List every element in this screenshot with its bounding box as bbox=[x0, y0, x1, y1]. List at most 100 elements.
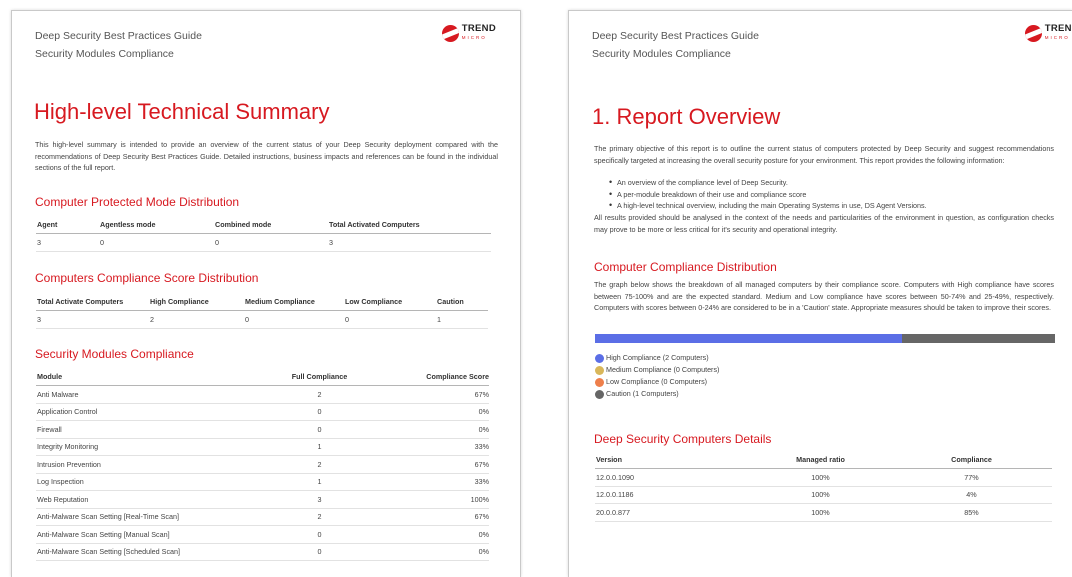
logo-wordmark: TREND bbox=[1044, 23, 1072, 34]
overview-intro: The primary objective of this report is … bbox=[594, 144, 1054, 165]
full-compliance-count: 1 bbox=[256, 438, 382, 456]
column-header: Agent bbox=[36, 216, 99, 234]
table-row: Anti-Malware Scan Setting [Real-Time Sca… bbox=[36, 508, 489, 526]
compliance-score: 0% bbox=[382, 403, 489, 421]
column-header: Agentless mode bbox=[99, 216, 214, 234]
agent-version: 12.0.0.1090 bbox=[595, 468, 750, 487]
page-title: 1. Report Overview bbox=[592, 104, 781, 129]
compliance-score: 67% bbox=[382, 508, 489, 526]
compliance-distribution-legend: High Compliance (2 Computers) Medium Comp… bbox=[595, 352, 719, 400]
security-modules-heading: Security Modules Compliance bbox=[35, 347, 194, 361]
module-name: Anti-Malware Scan Setting [Scheduled Sca… bbox=[36, 543, 256, 561]
legend-swatch bbox=[595, 389, 604, 399]
page-title: High-level Technical Summary bbox=[34, 99, 330, 124]
compliance-distribution-bar bbox=[595, 334, 1055, 343]
table-cell: 0 bbox=[244, 310, 344, 329]
compliance-score: 67% bbox=[382, 455, 489, 474]
column-header: Caution bbox=[436, 293, 488, 311]
table-cell: 3 bbox=[328, 233, 491, 252]
legend-swatch bbox=[595, 353, 604, 363]
table-cell: 3 bbox=[36, 233, 99, 252]
table-cell: 1 bbox=[436, 310, 488, 329]
compliance-score: 0% bbox=[382, 525, 489, 544]
list-item: An overview of the compliance level of D… bbox=[609, 177, 1049, 189]
compliance-value: 4% bbox=[890, 486, 1052, 504]
column-header: Full Compliance bbox=[256, 368, 382, 386]
computers-details-heading: Deep Security Computers Details bbox=[594, 432, 772, 446]
agent-version: 20.0.0.877 bbox=[595, 503, 750, 522]
trend-micro-logo-icon bbox=[441, 25, 459, 42]
full-compliance-count: 2 bbox=[256, 508, 382, 526]
bullet-text: A per-module breakdown of their use and … bbox=[617, 189, 807, 199]
compliance-score: 100% bbox=[382, 490, 489, 509]
compliance-distribution-heading: Computer Compliance Distribution bbox=[594, 260, 777, 274]
column-header: High Compliance bbox=[149, 293, 244, 311]
legend-swatch bbox=[595, 365, 604, 375]
table-row: Web Reputation 3 100% bbox=[36, 490, 489, 509]
module-name: Web Reputation bbox=[36, 490, 256, 509]
compliance-score: 0% bbox=[382, 420, 489, 439]
logo-subword: MICRO bbox=[461, 35, 487, 40]
legend-label: Caution (1 Computers) bbox=[606, 389, 679, 398]
compliance-score: 33% bbox=[382, 438, 489, 456]
header-subtitle: Security Modules Compliance bbox=[592, 48, 731, 60]
trend-micro-logo: TREND MICRO bbox=[1024, 23, 1072, 42]
table-cell: 2 bbox=[149, 310, 244, 329]
table-cell: 0 bbox=[214, 233, 328, 252]
table-row: Application Control 0 0% bbox=[36, 403, 489, 421]
bullet-text: A high-level technical overview, includi… bbox=[617, 201, 927, 210]
managed-ratio: 100% bbox=[750, 468, 890, 487]
summary-intro: This high-level summary is intended to p… bbox=[35, 140, 498, 172]
report-page-summary: Deep Security Best Practices Guide Secur… bbox=[11, 10, 521, 577]
module-name: Log Inspection bbox=[36, 473, 256, 491]
distribution-bar-segment bbox=[595, 334, 902, 343]
table-row: 12.0.0.1090 100% 77% bbox=[595, 468, 1052, 487]
table-header-row: Agent Agentless mode Combined mode Total… bbox=[36, 216, 491, 234]
managed-ratio: 100% bbox=[750, 503, 890, 522]
compliance-score: 0% bbox=[382, 543, 489, 561]
table-cell: 0 bbox=[344, 310, 436, 329]
table-row: 12.0.0.1186 100% 4% bbox=[595, 486, 1052, 504]
module-name: Anti-Malware Scan Setting [Real-Time Sca… bbox=[36, 508, 256, 526]
column-header: Medium Compliance bbox=[244, 293, 344, 311]
table-row: Anti-Malware Scan Setting [Scheduled Sca… bbox=[36, 543, 489, 561]
list-item: A per-module breakdown of their use and … bbox=[609, 189, 1049, 201]
page-header: Deep Security Best Practices Guide Secur… bbox=[592, 27, 759, 63]
table-row: 20.0.0.877 100% 85% bbox=[595, 503, 1052, 522]
trend-micro-logo: TREND MICRO bbox=[441, 24, 496, 42]
protected-mode-heading: Computer Protected Mode Distribution bbox=[35, 195, 240, 209]
table-row: 3 2 0 0 1 bbox=[36, 310, 488, 329]
header-guide-title: Deep Security Best Practices Guide bbox=[35, 30, 202, 42]
table-row: Anti-Malware Scan Setting [Manual Scan] 0… bbox=[36, 525, 489, 544]
column-header: Compliance Score bbox=[382, 368, 489, 386]
column-header: Total Activate Computers bbox=[36, 293, 149, 311]
trend-micro-logo-icon bbox=[1024, 25, 1042, 42]
report-page-overview: Deep Security Best Practices Guide Secur… bbox=[568, 10, 1072, 577]
table-row: Log Inspection 1 33% bbox=[36, 473, 489, 491]
table-row: Firewall 0 0% bbox=[36, 420, 489, 439]
full-compliance-count: 0 bbox=[256, 525, 382, 544]
module-name: Application Control bbox=[36, 403, 256, 421]
full-compliance-count: 2 bbox=[256, 385, 382, 404]
table-row: Anti Malware 2 67% bbox=[36, 385, 489, 404]
column-header: Low Compliance bbox=[344, 293, 436, 311]
full-compliance-count: 3 bbox=[256, 490, 382, 509]
module-name: Anti Malware bbox=[36, 385, 256, 404]
module-name: Anti-Malware Scan Setting [Manual Scan] bbox=[36, 525, 256, 544]
column-header: Managed ratio bbox=[750, 451, 890, 469]
agent-version: 12.0.0.1186 bbox=[595, 486, 750, 504]
overview-bullet-list: An overview of the compliance level of D… bbox=[609, 177, 1049, 212]
full-compliance-count: 0 bbox=[256, 420, 382, 439]
table-row: Integrity Monitoring 1 33% bbox=[36, 438, 489, 456]
compliance-distribution-text: The graph below shows the breakdown of a… bbox=[594, 280, 1054, 312]
managed-ratio: 100% bbox=[750, 486, 890, 504]
legend-label: Medium Compliance (0 Computers) bbox=[606, 365, 720, 374]
overview-outro: All results provided should be analysed … bbox=[594, 213, 1054, 234]
table-header-row: Module Full Compliance Compliance Score bbox=[36, 368, 489, 386]
column-header: Module bbox=[36, 368, 256, 386]
module-name: Intrusion Prevention bbox=[36, 455, 256, 474]
compliance-score-heading: Computers Compliance Score Distribution bbox=[35, 271, 259, 285]
bullet-text: An overview of the compliance level of D… bbox=[617, 178, 788, 187]
table-header-row: Total Activate Computers High Compliance… bbox=[36, 293, 488, 311]
compliance-score-table: Total Activate Computers High Compliance… bbox=[36, 293, 488, 329]
